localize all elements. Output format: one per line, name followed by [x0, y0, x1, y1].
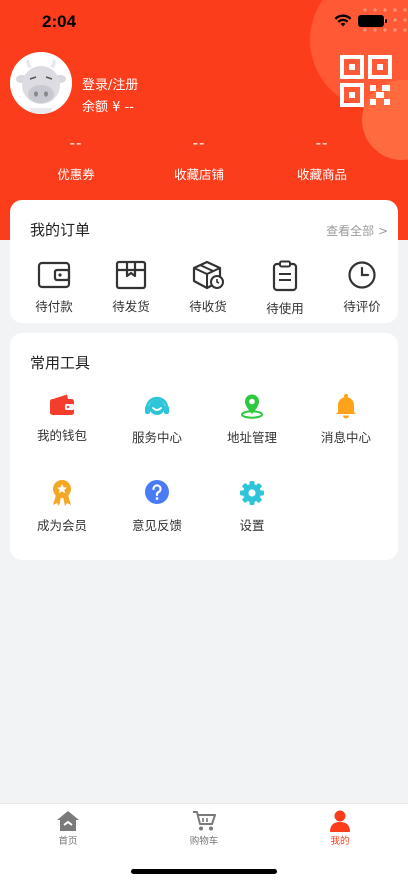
headset-icon	[145, 396, 169, 415]
favorite-products-label: 收藏商品	[296, 167, 347, 182]
tool-service-center-label: 服务中心	[131, 430, 182, 445]
orders-card: 我的订单 查看全部 > 待付款 待发货 待收货 待使用 待评价	[10, 200, 398, 323]
order-pending-review[interactable]: 待评价	[330, 260, 394, 315]
order-pending-shipment-label: 待发货	[112, 299, 150, 314]
battery-icon	[358, 14, 387, 27]
tools-title: 常用工具	[30, 354, 91, 372]
order-pending-payment-label: 待付款	[35, 299, 73, 314]
order-pending-shipment[interactable]: 待发货	[99, 260, 163, 315]
tools-card: 常用工具 我的钱包 服务中心 地址管理 消息中心 成为会员 意见反馈 设置	[10, 333, 398, 560]
login-register-link[interactable]: 登录/注册	[82, 74, 138, 93]
tab-mine[interactable]: 我的	[300, 810, 380, 847]
cart-icon	[193, 811, 216, 831]
tool-settings-label: 设置	[239, 518, 265, 533]
tool-become-member[interactable]: 成为会员	[22, 479, 102, 534]
tool-settings[interactable]: 设置	[212, 479, 292, 534]
favorite-shops-stat[interactable]: -- 收藏店铺	[149, 132, 249, 183]
tab-cart[interactable]: 购物车	[164, 810, 244, 847]
tool-become-member-label: 成为会员	[36, 518, 87, 533]
tab-mine-label: 我的	[330, 836, 350, 847]
order-pending-receipt-label: 待收货	[189, 299, 227, 314]
favorite-shops-count: --	[192, 134, 206, 152]
bell-icon	[336, 394, 356, 419]
question-icon	[145, 480, 169, 504]
person-icon	[330, 810, 350, 832]
wallet-icon	[37, 261, 71, 289]
order-pending-receipt[interactable]: 待收货	[176, 260, 240, 315]
tab-home[interactable]: 首页	[28, 810, 108, 847]
favorite-shops-label: 收藏店铺	[173, 167, 224, 182]
tool-address-management[interactable]: 地址管理	[212, 393, 292, 446]
home-icon	[57, 811, 79, 831]
order-pending-review-label: 待评价	[343, 299, 381, 314]
tool-feedback[interactable]: 意见反馈	[117, 479, 197, 534]
tool-my-wallet[interactable]: 我的钱包	[22, 393, 102, 444]
wifi-icon	[334, 14, 352, 27]
coupons-stat[interactable]: -- 优惠券	[26, 132, 126, 183]
tool-my-wallet-label: 我的钱包	[36, 428, 87, 443]
view-all-orders-link[interactable]: 查看全部 >	[326, 222, 388, 239]
wallet-icon	[50, 394, 74, 415]
coupons-count: --	[69, 134, 83, 152]
tab-home-label: 首页	[58, 836, 78, 847]
balance-text: 余额 ¥ --	[82, 100, 134, 115]
qr-code-icon[interactable]	[340, 55, 392, 107]
home-indicator	[131, 869, 277, 874]
status-time: 2:04	[42, 12, 77, 31]
avatar[interactable]	[10, 52, 72, 114]
package-clock-icon	[192, 260, 224, 290]
orders-title: 我的订单	[30, 221, 91, 239]
favorite-products-count: --	[315, 134, 329, 152]
location-pin-icon	[241, 394, 263, 419]
coupons-label: 优惠券	[57, 167, 95, 182]
order-pending-use-label: 待使用	[266, 301, 304, 316]
favorite-products-stat[interactable]: -- 收藏商品	[272, 132, 372, 183]
tool-address-management-label: 地址管理	[226, 430, 277, 445]
gear-icon	[240, 481, 264, 505]
box-icon	[115, 260, 147, 290]
tool-feedback-label: 意见反馈	[131, 518, 182, 533]
tool-message-center[interactable]: 消息中心	[306, 393, 386, 446]
clipboard-icon	[272, 260, 298, 292]
clock-icon	[348, 261, 376, 289]
tab-cart-label: 购物车	[189, 836, 219, 847]
cow-avatar-icon	[10, 52, 72, 114]
tool-service-center[interactable]: 服务中心	[117, 393, 197, 446]
tool-message-center-label: 消息中心	[320, 430, 371, 445]
status-icons	[334, 14, 387, 27]
medal-icon	[53, 480, 71, 506]
order-pending-use[interactable]: 待使用	[253, 260, 317, 317]
order-pending-payment[interactable]: 待付款	[22, 260, 86, 315]
